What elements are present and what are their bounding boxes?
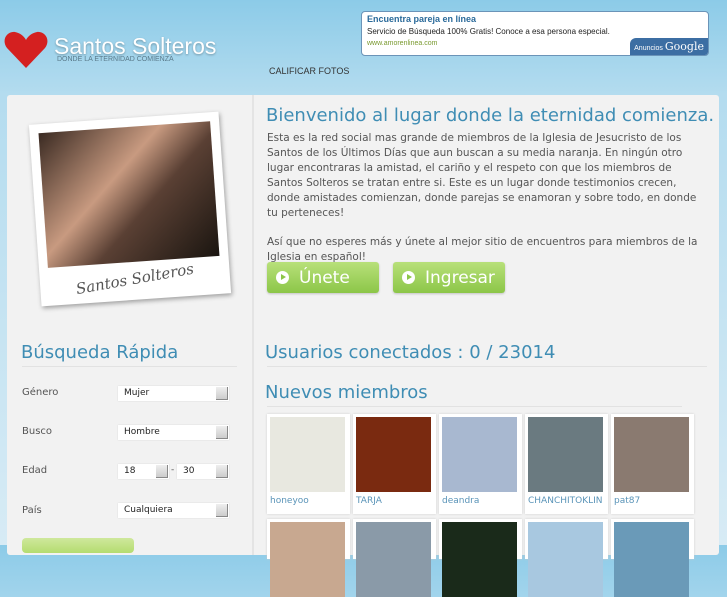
heart-logo-icon (4, 31, 48, 68)
member-name[interactable]: TARJA (356, 496, 433, 506)
ads-by-google-badge[interactable]: Anuncios Google (630, 38, 708, 55)
play-icon (276, 271, 289, 284)
nav-calificar-fotos[interactable]: CALIFICAR FOTOS (269, 66, 349, 76)
welcome-title: Bienvenido al lugar donde la eternidad c… (266, 105, 715, 126)
age-separator: - (171, 465, 175, 475)
member-photo[interactable] (356, 417, 431, 492)
member-card[interactable] (267, 519, 350, 597)
join-button[interactable]: Únete (267, 262, 379, 293)
dropdown-arrow-icon (216, 426, 228, 439)
member-name[interactable]: pat87 (614, 496, 691, 506)
member-card[interactable]: TARJA (353, 414, 436, 514)
member-card[interactable]: pat87 (611, 414, 694, 514)
member-photo[interactable] (442, 522, 517, 597)
ad-title[interactable]: Encuentra pareja en línea (367, 14, 703, 24)
member-photo[interactable] (614, 522, 689, 597)
member-name[interactable]: honeyoo (270, 496, 347, 506)
gender-value: Mujer (124, 388, 150, 398)
age-min-select[interactable]: 18 (118, 464, 169, 479)
dropdown-arrow-icon (216, 504, 228, 517)
age-max-select[interactable]: 30 (177, 464, 229, 479)
intro-paragraph-1: Esta es la red social mas grande de miem… (267, 132, 697, 219)
intro-paragraph-2: Así que no esperes más y únete al mejor … (267, 236, 698, 263)
member-card[interactable]: honeyoo (267, 414, 350, 514)
country-label: País (22, 505, 42, 516)
seek-label: Busco (22, 426, 53, 437)
play-icon (402, 271, 415, 284)
age-max-value: 30 (183, 466, 195, 476)
badge-prefix: Anuncios (634, 45, 663, 52)
member-photo[interactable] (528, 522, 603, 597)
member-card[interactable]: CHANCHITOKLIN (525, 414, 608, 514)
dropdown-arrow-icon (216, 387, 228, 400)
site-tagline: DONDE LA ETERNIDAD COMIENZA (57, 56, 174, 63)
gender-select[interactable]: Mujer (118, 386, 229, 401)
google-ad[interactable]: Encuentra pareja en línea Servicio de Bú… (361, 11, 709, 56)
member-photo[interactable] (528, 417, 603, 492)
member-card[interactable]: deandra (439, 414, 522, 514)
age-label: Edad (22, 465, 48, 476)
member-card[interactable] (353, 519, 436, 597)
online-users-title: Usuarios conectados : 0 / 23014 (265, 342, 556, 363)
ad-description: Servicio de Búsqueda 100% Gratis! Conoce… (367, 27, 610, 36)
search-divider (22, 366, 237, 367)
age-min-value: 18 (124, 466, 136, 476)
couple-image (38, 121, 220, 268)
new-members-title: Nuevos miembros (265, 382, 428, 403)
intro-text: Esta es la red social mas grande de miem… (267, 131, 707, 265)
seek-value: Hombre (124, 427, 160, 437)
country-value: Cualquiera (124, 505, 173, 515)
gender-label: Género (22, 387, 59, 398)
member-photo[interactable] (356, 522, 431, 597)
member-card[interactable] (611, 519, 694, 597)
member-photo[interactable] (270, 522, 345, 597)
dropdown-arrow-icon (216, 465, 228, 478)
member-photo[interactable] (614, 417, 689, 492)
couple-photo: Santos Solteros (28, 111, 232, 307)
online-divider (267, 366, 707, 367)
join-label: Únete (299, 267, 350, 288)
seek-select[interactable]: Hombre (118, 425, 229, 440)
search-button[interactable] (22, 538, 134, 553)
members-divider (267, 406, 682, 407)
login-label: Ingresar (425, 267, 495, 288)
member-photo[interactable] (442, 417, 517, 492)
country-select[interactable]: Cualquiera (118, 503, 229, 518)
column-divider (252, 95, 254, 555)
search-title: Búsqueda Rápida (21, 342, 179, 363)
dropdown-arrow-icon (156, 465, 168, 478)
badge-brand: Google (664, 40, 704, 53)
member-name[interactable]: CHANCHITOKLIN (528, 496, 605, 506)
member-card[interactable] (525, 519, 608, 597)
member-name[interactable]: deandra (442, 496, 519, 506)
member-card[interactable] (439, 519, 522, 597)
login-button[interactable]: Ingresar (393, 262, 505, 293)
member-photo[interactable] (270, 417, 345, 492)
